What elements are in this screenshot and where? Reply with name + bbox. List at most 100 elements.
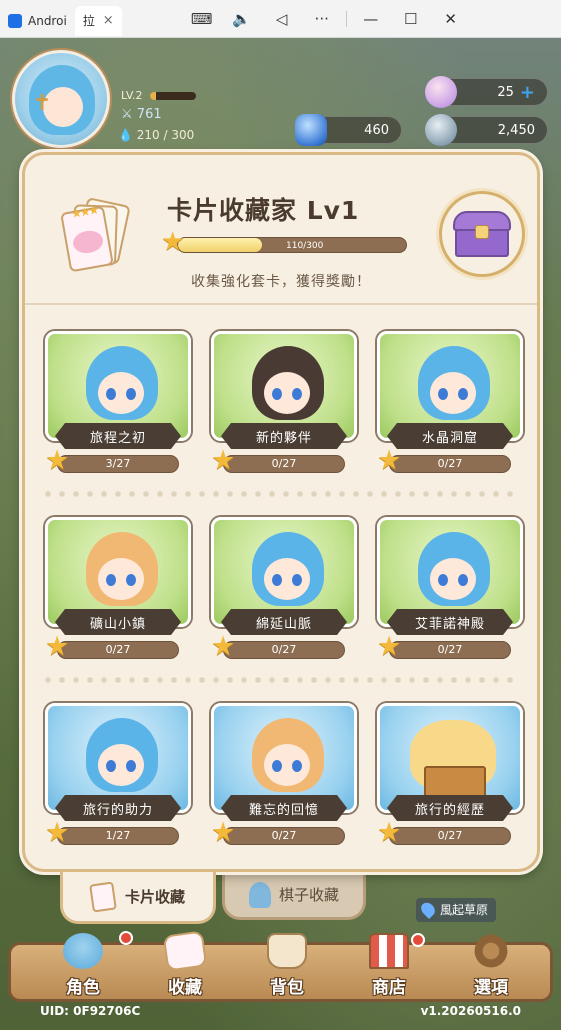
star-icon: ★ — [45, 631, 70, 662]
nav-label: 商店 — [372, 978, 406, 998]
character-face — [264, 558, 310, 600]
maximize-icon[interactable]: ☐ — [391, 0, 431, 38]
card-stack-icon: ★★★ — [60, 195, 131, 275]
card-set-progress: 1/27 — [57, 827, 179, 845]
panel-subtitle: 收集強化套卡，獲得獎勵！ — [191, 274, 371, 290]
card-set-label: 水晶洞窟 — [387, 423, 513, 449]
nav-item-4[interactable]: 選項 — [441, 933, 541, 999]
window-close-icon[interactable]: ✕ — [431, 0, 471, 38]
keyboard-icon[interactable]: ⌨ — [182, 0, 222, 38]
blue-gem-icon — [295, 114, 327, 146]
card-set-label: 難忘的回憶 — [221, 795, 347, 821]
backpack-icon — [267, 933, 307, 969]
pink-gem-counter: 25 + — [425, 76, 548, 108]
card-set-label: 綿延山脈 — [221, 609, 347, 635]
minimize-icon[interactable]: — — [351, 0, 391, 38]
card-set[interactable]: 旅程之初 3/27 ★ — [45, 331, 191, 479]
reward-chest-button[interactable] — [439, 191, 525, 277]
character-face — [98, 372, 144, 414]
cross-icon: ✝ — [33, 91, 52, 116]
star-icon: ★ — [45, 445, 70, 476]
volume-icon[interactable]: 🔈 — [222, 0, 262, 38]
tab-label: Androi — [28, 13, 67, 28]
star-icon: ★ — [211, 631, 236, 662]
character-face — [264, 744, 310, 786]
nav-item-2[interactable]: 背包 — [237, 933, 337, 999]
gear-icon — [471, 933, 511, 969]
tab-chess-collection[interactable]: 棋子收藏 — [222, 872, 366, 920]
nav-item-3[interactable]: 商店 — [339, 933, 439, 999]
card-set-label: 新的夥伴 — [221, 423, 347, 449]
add-gem-button[interactable]: + — [520, 82, 535, 103]
level-progress-bar — [150, 92, 196, 100]
card-set-progress: 0/27 — [57, 641, 179, 659]
bottom-nav: 角色 收藏 背包 商店 選項 — [8, 930, 553, 1002]
collection-icon — [162, 930, 208, 972]
location-label: 風起草原 — [416, 898, 497, 922]
nav-label: 背包 — [270, 978, 304, 998]
user-id: UID: 0F92706C — [40, 1004, 141, 1018]
player-avatar[interactable]: ✝ — [12, 50, 110, 148]
card-set-label: 旅行的助力 — [55, 795, 181, 821]
card-set-label: 艾菲諾神殿 — [387, 609, 513, 635]
chess-piece-icon — [248, 881, 271, 908]
star-icon: ★ — [161, 227, 185, 257]
card-set[interactable]: 綿延山脈 0/27 ★ — [211, 517, 357, 665]
pink-gem-icon — [425, 76, 457, 108]
card-set-progress: 0/27 — [389, 455, 511, 473]
treasure-chest-icon — [453, 211, 511, 257]
more-icon[interactable]: ··· — [302, 0, 342, 38]
nav-label: 角色 — [66, 978, 100, 998]
card-set-progress: 0/27 — [389, 827, 511, 845]
card-set[interactable]: 艾菲諾神殿 0/27 ★ — [377, 517, 523, 665]
character-icon — [63, 933, 103, 969]
coin-icon — [425, 114, 457, 146]
star-icon: ★ — [211, 817, 236, 848]
card-set[interactable]: 水晶洞窟 0/27 ★ — [377, 331, 523, 479]
nav-item-0[interactable]: 角色 — [33, 931, 133, 999]
star-icon: ★ — [377, 631, 402, 662]
row-divider — [41, 491, 521, 497]
window-titlebar: Androi 拉 × ⌨ 🔈 ◁ ··· — ☐ ✕ — [0, 0, 561, 1030]
panel-header: ★★★ 卡片收藏家 Lv1 110/300 ★ 收集強化套卡，獲得獎勵！ — [25, 155, 537, 305]
blue-gem-counter: 460 — [295, 114, 402, 146]
notification-badge — [119, 931, 133, 945]
star-icon: ★ — [377, 817, 402, 848]
card-set[interactable]: 難忘的回憶 0/27 ★ — [211, 703, 357, 851]
card-set-label: 旅程之初 — [55, 423, 181, 449]
card-set[interactable]: 旅行的助力 1/27 ★ — [45, 703, 191, 851]
shop-icon — [369, 933, 409, 969]
tab-game[interactable]: 拉 × — [0, 5, 561, 1030]
character-face — [98, 744, 144, 786]
card-set-progress: 0/27 — [223, 641, 345, 659]
close-icon[interactable]: × — [103, 13, 114, 28]
nav-label: 選項 — [474, 978, 508, 998]
tab-label: 拉 — [82, 14, 95, 28]
collector-progress: 110/300 ★ — [161, 229, 409, 255]
character-face — [98, 558, 144, 600]
android-studio-icon — [8, 13, 22, 28]
card-set[interactable]: 礦山小鎮 0/27 ★ — [45, 517, 191, 665]
stamina-value: 💧 210 / 300 — [118, 128, 195, 142]
card-icon — [89, 880, 117, 913]
character-face — [430, 372, 476, 414]
card-collection-panel: ★★★ 卡片收藏家 Lv1 110/300 ★ 收集強化套卡，獲得獎勵！ 旅程之… — [22, 152, 540, 872]
card-set-label: 旅行的經歷 — [387, 795, 513, 821]
back-icon[interactable]: ◁ — [262, 0, 302, 38]
card-set-progress: 3/27 — [57, 455, 179, 473]
coin-counter: 2,450 — [425, 114, 548, 146]
star-icon: ★ — [211, 445, 236, 476]
location-pin-icon — [418, 899, 438, 920]
card-set[interactable]: 新的夥伴 0/27 ★ — [211, 331, 357, 479]
nav-item-1[interactable]: 收藏 — [135, 930, 235, 999]
star-icon: ★ — [45, 817, 70, 848]
card-set[interactable]: 旅行的經歷 0/27 ★ — [377, 703, 523, 851]
power-value: ⚔ 761 — [121, 107, 162, 122]
row-divider — [41, 677, 521, 683]
star-icon: ★ — [377, 445, 402, 476]
tab-android-studio[interactable]: Androi — [0, 6, 75, 36]
nav-label: 收藏 — [168, 978, 202, 998]
tab-card-collection[interactable]: 卡片收藏 — [60, 872, 216, 924]
collector-progress-text: 110/300 — [286, 241, 324, 251]
card-set-label: 礦山小鎮 — [55, 609, 181, 635]
